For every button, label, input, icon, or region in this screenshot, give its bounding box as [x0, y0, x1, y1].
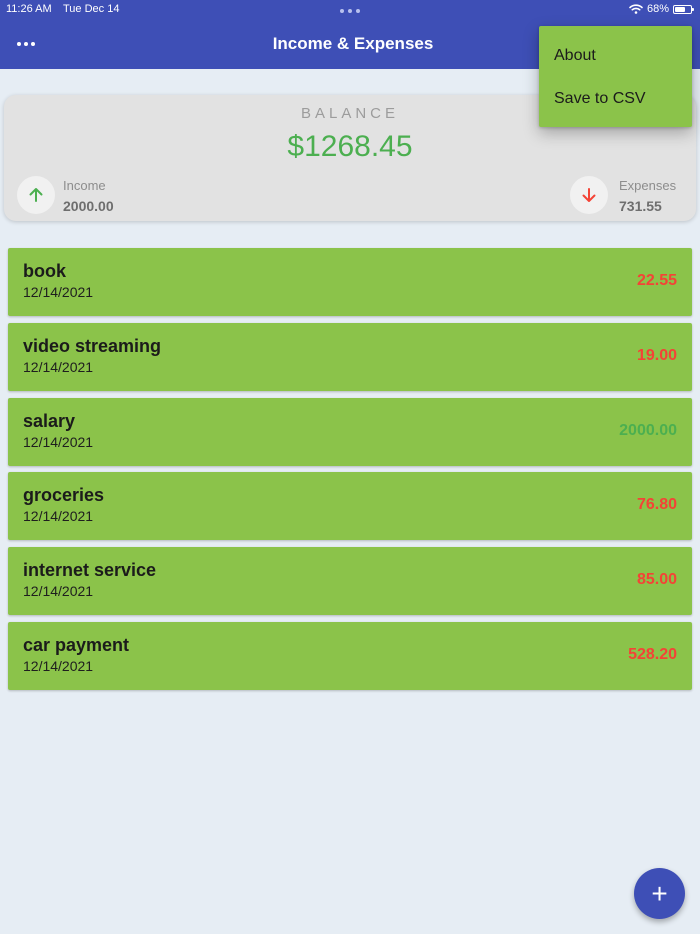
status-indicators: 68% — [629, 2, 694, 16]
expenses-total: 731.55 — [619, 198, 662, 214]
transaction-date: 12/14/2021 — [23, 508, 94, 525]
transaction-amount: 22.55 — [636, 272, 677, 289]
transaction-amount: 85.00 — [636, 571, 677, 589]
transaction-amount: 19.00 — [636, 346, 677, 364]
transaction-date: 12/14/2021 — [23, 358, 94, 375]
add-transaction-button[interactable]: + — [634, 868, 685, 919]
transaction-name: video streaming — [23, 335, 162, 356]
dot — [356, 9, 360, 13]
expenses-label: Expenses — [619, 178, 677, 193]
income-total: 2000.00 — [63, 198, 114, 214]
transaction-name: salary — [23, 410, 76, 431]
transaction-name: book — [23, 261, 66, 281]
transaction-name: car payment — [23, 634, 130, 655]
transaction-amount: 76.80 — [636, 496, 677, 514]
multitasking-indicator[interactable] — [340, 9, 360, 14]
menu-item-about[interactable]: About — [554, 46, 596, 66]
income-label: Income — [63, 178, 106, 193]
battery-level — [675, 6, 685, 12]
transaction-card[interactable]: salary 12/14/2021 2000.00 — [8, 397, 692, 466]
overflow-menu: About Save to CSV — [539, 26, 692, 127]
status-date: Tue Dec 14 — [63, 3, 120, 15]
transaction-date: 12/14/2021 — [23, 657, 94, 674]
transaction-date: 12/14/2021 — [23, 433, 94, 450]
transaction-card[interactable]: groceries 12/14/2021 76.80 — [8, 472, 692, 541]
plus-icon: + — [651, 877, 668, 909]
status-time: 11:26 AM — [6, 3, 52, 15]
transaction-card[interactable]: car payment 12/14/2021 528.20 — [8, 621, 692, 690]
transaction-card[interactable]: internet service 12/14/2021 85.00 — [8, 547, 692, 616]
balance-amount: $1268.45 — [287, 130, 413, 163]
menu-item-save-to-csv[interactable]: Save to CSV — [554, 89, 646, 109]
dot — [348, 9, 352, 13]
arrow-down-icon — [570, 176, 608, 214]
transaction-name: groceries — [23, 485, 105, 506]
arrow-up-icon — [17, 176, 55, 214]
wifi-icon — [629, 4, 643, 14]
dot — [340, 9, 344, 13]
transaction-date: 12/14/2021 — [23, 284, 94, 300]
battery-icon — [673, 4, 694, 14]
transaction-card[interactable]: video streaming 12/14/2021 19.00 — [8, 322, 692, 391]
transaction-amount: 2000.00 — [619, 421, 677, 439]
transaction-date: 12/14/2021 — [23, 583, 94, 600]
income-expenses-screen: 11:26 AM Tue Dec 14 68% Income & Expense… — [0, 0, 700, 934]
battery-percentage: 68% — [646, 3, 669, 15]
transaction-list: book 12/14/2021 22.55 video streaming 12… — [8, 248, 692, 697]
transaction-card[interactable]: book 12/14/2021 22.55 — [8, 248, 692, 316]
transaction-name: internet service — [23, 560, 157, 581]
transaction-amount: 528.20 — [628, 645, 677, 663]
